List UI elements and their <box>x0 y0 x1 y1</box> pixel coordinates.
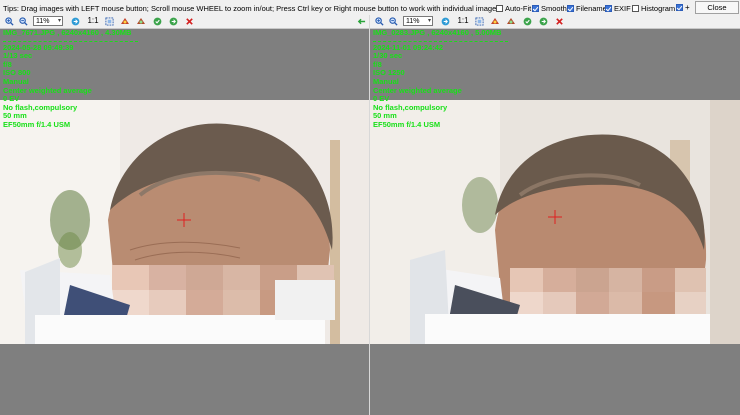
flip-icon[interactable] <box>490 16 500 26</box>
save-icon[interactable] <box>152 16 162 26</box>
exif-line: EF50mm f/1.4 USM <box>373 119 441 129</box>
arrow-right-icon[interactable] <box>440 16 450 26</box>
left-photo-image <box>0 100 369 344</box>
exif-line: 1/13 sec <box>3 51 33 61</box>
smooth-label: Smooth <box>541 3 567 13</box>
top-bar: Tips: Drag images with LEFT mouse button… <box>0 0 740 16</box>
zoom-select[interactable]: 11% ▾ <box>33 16 63 26</box>
arrow-right-icon[interactable] <box>70 16 80 26</box>
chevron-down-icon: ▾ <box>57 18 61 24</box>
chevron-down-icon: ▾ <box>427 18 431 24</box>
filename-checkbox[interactable]: Filename <box>567 3 607 13</box>
zoom-select[interactable]: 11% ▾ <box>403 16 433 26</box>
filename-label: Filename <box>576 3 607 13</box>
right-exif-overlay: IMG_0283.JPG , 6240x4160 , 5.00MB 2024-1… <box>373 28 508 130</box>
exif-line: IMG_7671.JPG , 6240x4160 , 4.30MB <box>3 28 132 37</box>
delete-icon[interactable] <box>184 16 194 26</box>
zoom-out-icon[interactable] <box>388 16 398 26</box>
rotate-icon[interactable] <box>136 16 146 26</box>
one-to-one-button[interactable]: 1:1 <box>456 16 470 26</box>
left-exif-overlay: IMG_7671.JPG , 6240x4160 , 4.30MB 2024-0… <box>3 28 138 130</box>
right-toolbar: 11% ▾ 1:1 <box>370 15 740 29</box>
right-photo-image <box>370 100 740 344</box>
exif-line: IMG_0283.JPG , 6240x4160 , 5.00MB <box>373 28 502 37</box>
exif-checkbox[interactable]: EXIF <box>605 3 631 13</box>
auto-fit-checkbox[interactable]: Auto-Fit <box>496 3 531 13</box>
right-image-pane[interactable]: 11% ▾ 1:1 IMG_0283.JPG , 6240x4160 , 5.0… <box>370 15 740 415</box>
one-to-one-button[interactable]: 1:1 <box>86 16 100 26</box>
histogram-check[interactable] <box>632 4 639 12</box>
exif-line: EF50mm f/1.4 USM <box>3 119 71 129</box>
exif-line <box>373 38 508 42</box>
exif-line <box>3 38 138 42</box>
arrow-right-2-icon[interactable] <box>538 16 548 26</box>
zoom-in-icon[interactable] <box>4 16 14 26</box>
zoom-value: 11% <box>406 17 420 25</box>
arrow-right-2-icon[interactable] <box>168 16 178 26</box>
delete-icon[interactable] <box>554 16 564 26</box>
left-photo[interactable] <box>0 100 369 344</box>
rotate-icon[interactable] <box>506 16 516 26</box>
exif-check[interactable] <box>605 4 612 12</box>
arrow-left-icon[interactable] <box>356 16 366 26</box>
histogram-label: Histogram <box>641 3 676 13</box>
zoom-in-icon[interactable] <box>374 16 384 26</box>
flip-icon[interactable] <box>120 16 130 26</box>
extra-check[interactable] <box>676 4 683 11</box>
exif-line: Center weighted average <box>373 85 462 95</box>
auto-fit-check[interactable] <box>496 4 503 12</box>
zoom-value: 11% <box>36 17 50 25</box>
fit-screen-icon[interactable] <box>104 16 114 26</box>
exif-line: 1/30 sec <box>373 51 403 61</box>
save-icon[interactable] <box>522 16 532 26</box>
filename-check[interactable] <box>567 4 574 12</box>
right-photo[interactable] <box>370 100 740 344</box>
zoom-out-icon[interactable] <box>18 16 28 26</box>
left-toolbar: 11% ▾ 1:1 <box>0 15 369 29</box>
close-button[interactable]: Close <box>695 1 739 14</box>
auto-fit-label: Auto-Fit <box>505 3 532 13</box>
left-image-pane[interactable]: 11% ▾ 1:1 IMG_7671.JPG , 6240x4160 , 4.3… <box>0 15 369 415</box>
fit-screen-icon[interactable] <box>474 16 484 26</box>
plus-label: + <box>685 3 690 12</box>
tips-text: Tips: Drag images with LEFT mouse button… <box>3 4 503 13</box>
exif-label: EXIF <box>614 3 631 13</box>
smooth-check[interactable] <box>532 4 539 12</box>
smooth-checkbox[interactable]: Smooth <box>532 3 567 13</box>
histogram-checkbox[interactable]: Histogram <box>632 3 675 13</box>
exif-line: Center weighted average <box>3 85 92 95</box>
